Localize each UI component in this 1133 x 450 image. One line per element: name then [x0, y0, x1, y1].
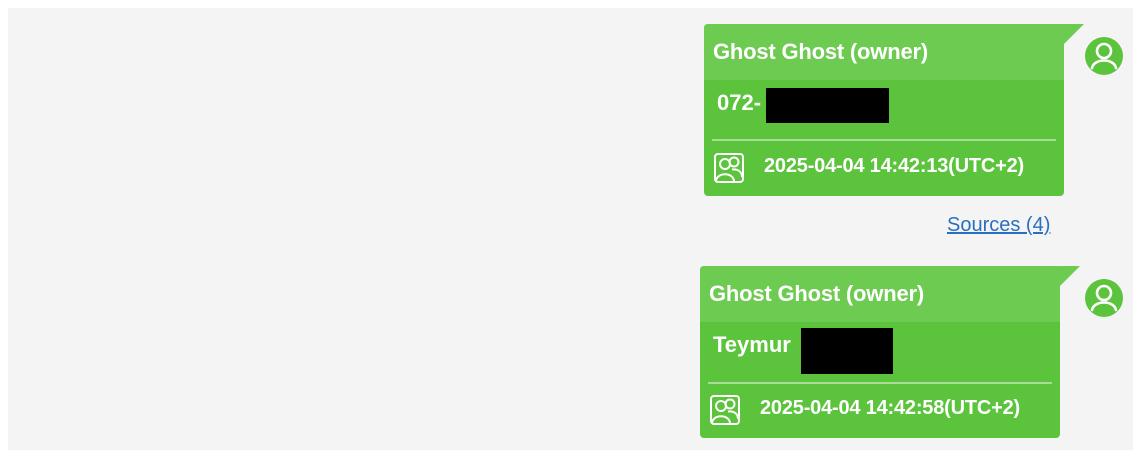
- sources-link[interactable]: Sources (4): [947, 214, 1050, 237]
- group-chat-icon: [710, 395, 740, 425]
- redaction-box: [766, 88, 889, 123]
- message-bubble[interactable]: Ghost Ghost (owner) Teymur 2025-04-04 14…: [700, 266, 1080, 438]
- bubble-tail: [1058, 266, 1080, 288]
- message-footer: 2025-04-04 14:42:13(UTC+2): [704, 142, 1064, 196]
- user-avatar-icon[interactable]: [1084, 36, 1124, 76]
- bubble-tail: [1062, 24, 1084, 46]
- message-body: 072-: [704, 80, 1064, 142]
- group-chat-icon: [714, 153, 744, 183]
- message-body: Teymur: [700, 322, 1060, 384]
- user-avatar-icon[interactable]: [1084, 278, 1124, 318]
- message-timestamp: 2025-04-04 14:42:58(UTC+2): [760, 397, 1020, 419]
- message-sender: Ghost Ghost (owner): [700, 266, 1060, 322]
- redaction-box: [801, 328, 893, 374]
- message-text: Teymur: [713, 332, 791, 357]
- message-timestamp: 2025-04-04 14:42:13(UTC+2): [764, 155, 1024, 177]
- message-sender: Ghost Ghost (owner): [704, 24, 1064, 80]
- message-divider: [712, 139, 1056, 141]
- message-footer: 2025-04-04 14:42:58(UTC+2): [700, 384, 1060, 438]
- message-text: 072-: [717, 90, 762, 115]
- message-bubble[interactable]: Ghost Ghost (owner) 072- 2025-04-04 14:4…: [704, 24, 1084, 196]
